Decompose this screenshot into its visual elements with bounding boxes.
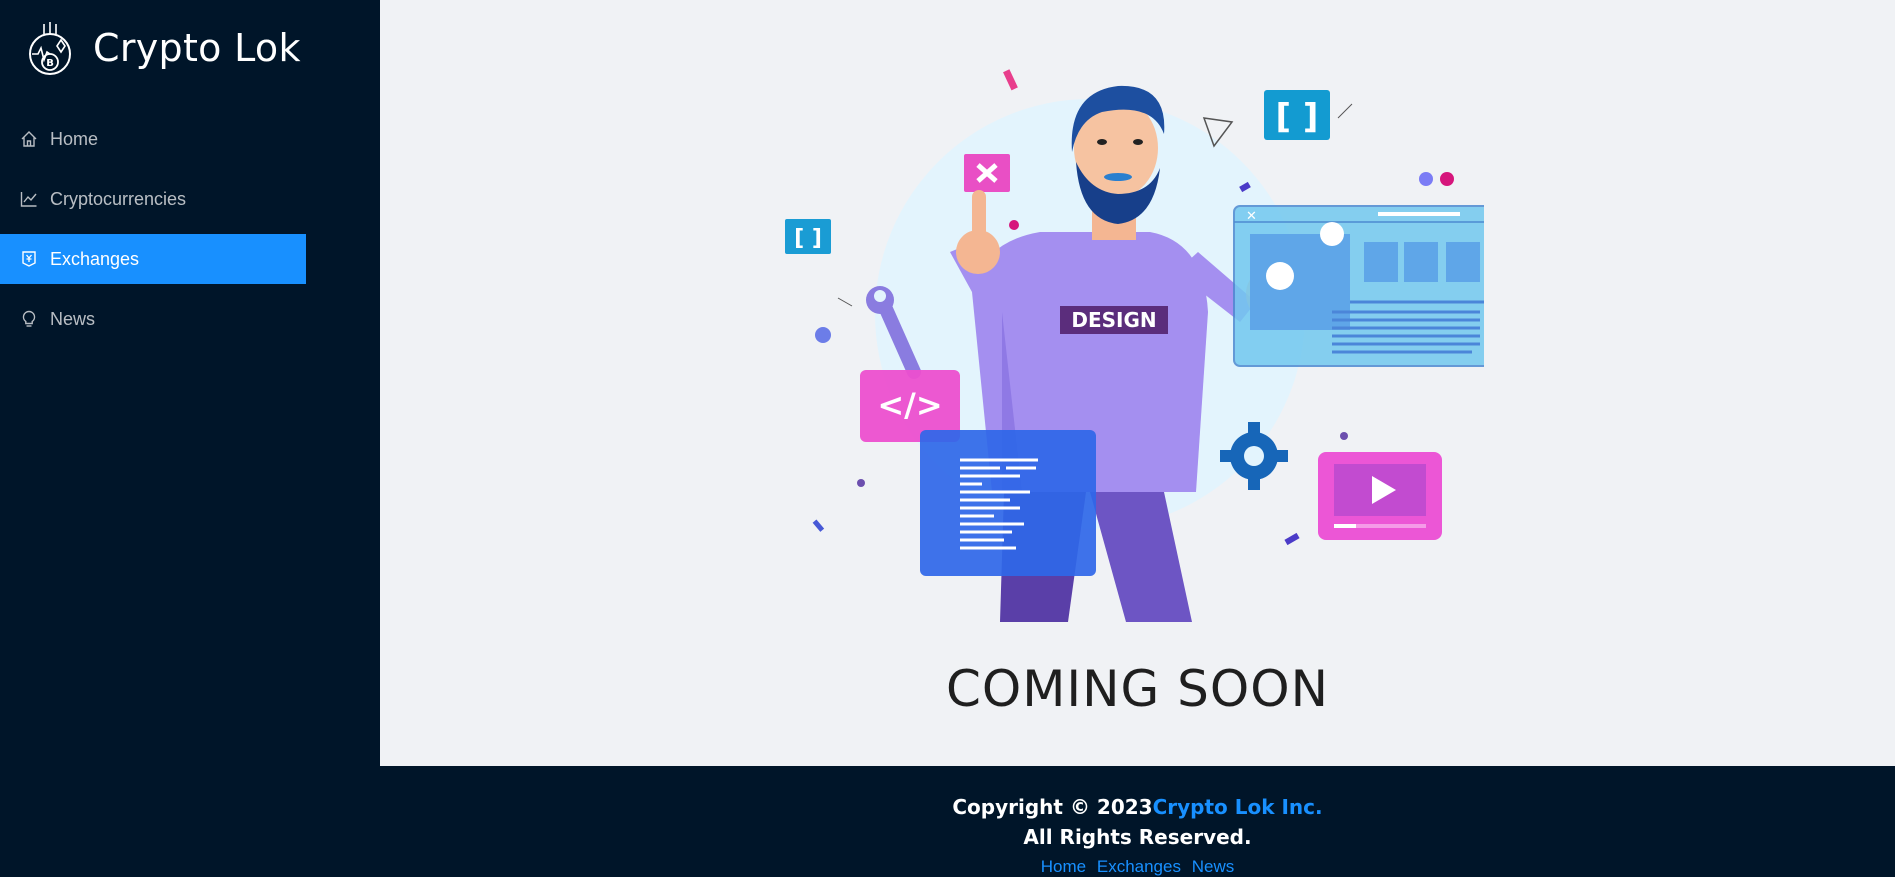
design-badge: DESIGN xyxy=(1071,308,1156,332)
sidebar-item-label: Home xyxy=(50,128,99,149)
money-collect-icon xyxy=(22,251,36,267)
copyright: Copyright © 2023Crypto Lok Inc. All Righ… xyxy=(380,792,1895,852)
copyright-prefix: Copyright © 2023 xyxy=(952,795,1153,819)
bulb-icon xyxy=(22,310,36,327)
sidebar-item-label: Exchanges xyxy=(50,248,140,269)
sidebar-item-exchanges[interactable]: Exchanges xyxy=(0,234,306,284)
svg-text:</>: </> xyxy=(877,386,942,424)
footer-link-exchanges[interactable]: Exchanges xyxy=(1097,857,1181,876)
svg-text:✕: ✕ xyxy=(1246,209,1257,224)
main-content: [ ] [ ] DESIGN </> ✕ COMING SOON xyxy=(380,0,1895,766)
footer: Copyright © 2023Crypto Lok Inc. All Righ… xyxy=(380,766,1895,877)
home-icon xyxy=(21,131,37,147)
rights-text: All Rights Reserved. xyxy=(1023,825,1252,849)
coming-soon-illustration: [ ] [ ] DESIGN </> ✕ xyxy=(785,69,1484,622)
sidebar-item-news[interactable]: News xyxy=(0,294,306,344)
footer-links: Home Exchanges News xyxy=(380,856,1895,877)
company-link[interactable]: Crypto Lok Inc. xyxy=(1153,795,1323,819)
sidebar-item-label: News xyxy=(50,308,96,329)
svg-text:[ ]: [ ] xyxy=(794,226,822,251)
brand-name: Crypto Lok xyxy=(93,26,301,70)
brand-logo[interactable]: B Crypto Lok xyxy=(24,20,301,76)
svg-text:[ ]: [ ] xyxy=(1276,97,1319,137)
crypto-logo-icon: B xyxy=(29,22,71,75)
page-title: COMING SOON xyxy=(945,660,1330,718)
sidebar-menu: Home Cryptocurrencies Exchanges News xyxy=(0,114,306,354)
sidebar-item-home[interactable]: Home xyxy=(0,114,306,164)
sidebar-item-label: Cryptocurrencies xyxy=(50,188,187,209)
sidebar-item-cryptocurrencies[interactable]: Cryptocurrencies xyxy=(0,174,306,224)
line-chart-icon xyxy=(20,192,37,207)
footer-link-news[interactable]: News xyxy=(1192,857,1235,876)
svg-text:B: B xyxy=(46,58,54,69)
sidebar: B Crypto Lok Home Cryptocurrencies Excha… xyxy=(0,0,380,877)
footer-link-home[interactable]: Home xyxy=(1041,857,1086,876)
